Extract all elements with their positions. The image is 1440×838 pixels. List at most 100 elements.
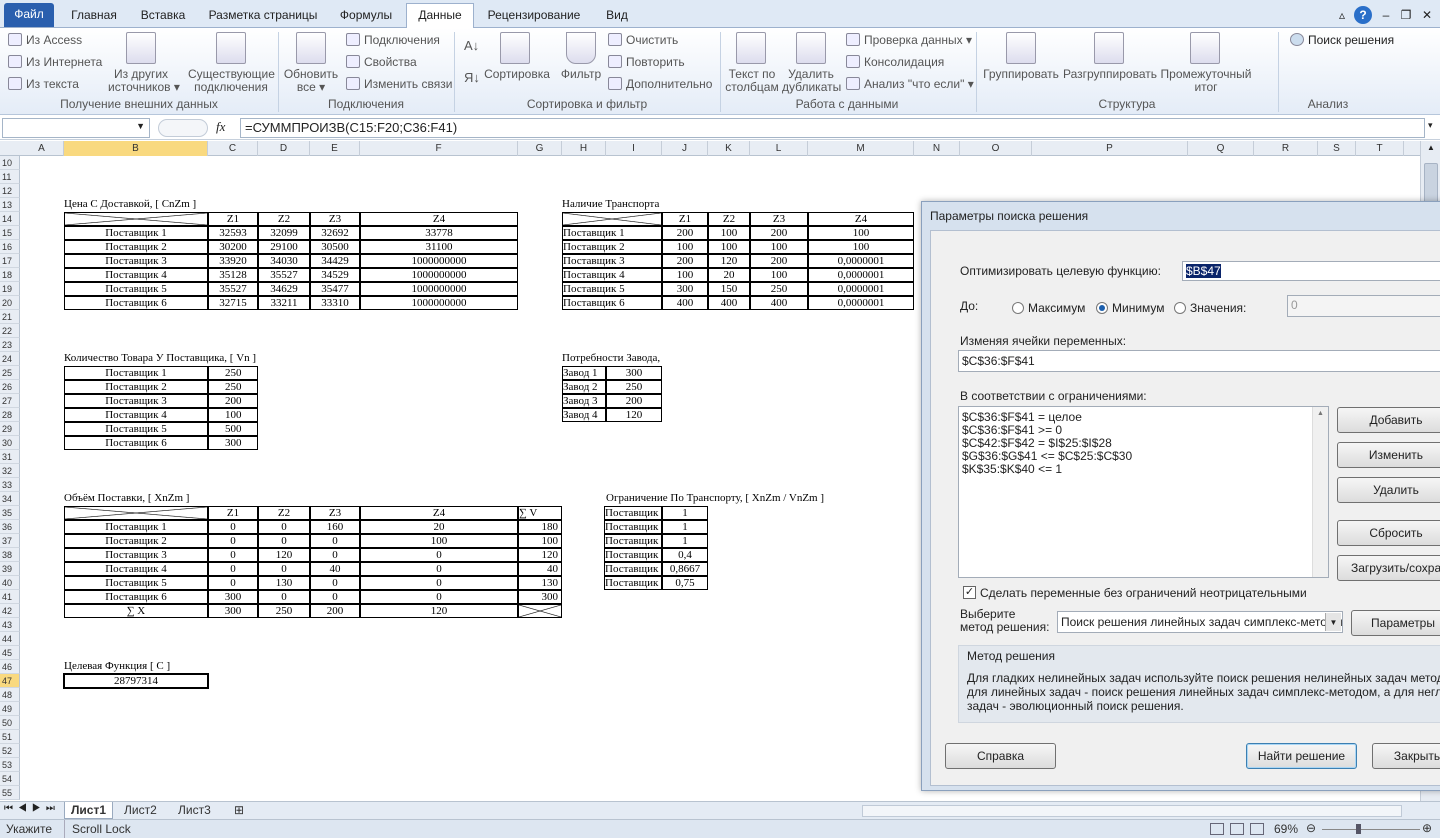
value-cell[interactable]: 250 bbox=[606, 380, 662, 394]
row-header[interactable]: 27 bbox=[0, 394, 20, 408]
value-cell[interactable]: 100 bbox=[750, 268, 808, 282]
value-cell[interactable]: 35527 bbox=[208, 282, 258, 296]
row-header[interactable]: 35 bbox=[0, 506, 20, 520]
from-access-button[interactable]: Из Access bbox=[8, 33, 82, 47]
edit-links-button[interactable]: Изменить связи bbox=[346, 77, 452, 91]
tab-layout[interactable]: Разметка страницы bbox=[203, 4, 323, 28]
value-cell[interactable]: 0 bbox=[360, 576, 518, 590]
table-title[interactable]: Целевая Функция [ C ] bbox=[64, 660, 208, 674]
value-cell[interactable]: 33310 bbox=[310, 296, 360, 310]
value-cell[interactable]: 1000000000 bbox=[360, 254, 518, 268]
column-label[interactable]: Z3 bbox=[310, 212, 360, 226]
row-header[interactable]: 38 bbox=[0, 548, 20, 562]
existing-connections-button[interactable]: Существующие подключения bbox=[188, 68, 275, 94]
supplier-label[interactable]: Поставщик 6 bbox=[64, 436, 208, 450]
supplier-label[interactable]: Поставщик 1 bbox=[604, 506, 662, 520]
crossed-cell[interactable] bbox=[562, 212, 662, 226]
value-cell[interactable]: 300 bbox=[606, 366, 662, 380]
tab-home[interactable]: Главная bbox=[64, 4, 124, 28]
restore-icon[interactable]: ❐ bbox=[1400, 4, 1412, 28]
load-save-button[interactable]: Загрузить/сохран bbox=[1337, 555, 1440, 581]
delete-button[interactable]: Удалить bbox=[1337, 477, 1440, 503]
value-cell[interactable]: 0 bbox=[360, 590, 518, 604]
value-cell[interactable]: 1 bbox=[662, 506, 708, 520]
row-header[interactable]: 45 bbox=[0, 646, 20, 660]
value-cell[interactable]: 200 bbox=[662, 254, 708, 268]
close-icon[interactable]: ✕ bbox=[1420, 4, 1434, 28]
row-header[interactable]: 43 bbox=[0, 618, 20, 632]
supplier-label[interactable]: Поставщик 1 bbox=[562, 226, 662, 240]
solve-button[interactable]: Найти решение bbox=[1246, 743, 1357, 769]
value-cell[interactable]: 0 bbox=[208, 576, 258, 590]
column-label[interactable]: Z1 bbox=[208, 212, 258, 226]
parameters-button[interactable]: Параметры bbox=[1351, 610, 1440, 636]
value-cell[interactable]: 0 bbox=[258, 590, 310, 604]
row-header[interactable]: 25 bbox=[0, 366, 20, 380]
row-header[interactable]: 47 bbox=[0, 674, 20, 688]
subtotal-button[interactable]: Промежуточный итог bbox=[1160, 68, 1252, 94]
value-cell[interactable]: 0 bbox=[310, 534, 360, 548]
value-cell[interactable]: 0,0000001 bbox=[808, 254, 914, 268]
value-cell[interactable]: 35128 bbox=[208, 268, 258, 282]
supplier-label[interactable]: Поставщик 6 bbox=[604, 576, 662, 590]
value-cell[interactable]: 200 bbox=[606, 394, 662, 408]
column-header[interactable]: B bbox=[64, 141, 208, 156]
row-header[interactable]: 31 bbox=[0, 450, 20, 464]
connections-button[interactable]: Подключения bbox=[346, 33, 440, 47]
supplier-label[interactable]: Поставщик 5 bbox=[562, 282, 662, 296]
value-cell[interactable]: 29100 bbox=[258, 240, 310, 254]
row-header[interactable]: 40 bbox=[0, 576, 20, 590]
plant-label[interactable]: Завод 3 bbox=[562, 394, 606, 408]
value-cell[interactable]: 0 bbox=[310, 590, 360, 604]
value-cell[interactable]: 1000000000 bbox=[360, 296, 518, 310]
max-radio[interactable] bbox=[1012, 302, 1024, 314]
page-break-icon[interactable] bbox=[1250, 823, 1264, 835]
column-header[interactable]: S bbox=[1318, 141, 1356, 156]
row-header[interactable]: 21 bbox=[0, 310, 20, 324]
row-header[interactable]: 34 bbox=[0, 492, 20, 506]
objective-input[interactable]: $B$47 bbox=[1182, 261, 1440, 281]
value-cell[interactable]: 35527 bbox=[258, 268, 310, 282]
supplier-label[interactable]: Поставщик 5 bbox=[64, 282, 208, 296]
value-cell[interactable]: 0 bbox=[208, 534, 258, 548]
value-cell[interactable]: 100 bbox=[662, 240, 708, 254]
value-cell[interactable]: 300 bbox=[208, 436, 258, 450]
expand-formula-icon[interactable]: ▾ bbox=[1428, 120, 1433, 131]
column-header[interactable]: J bbox=[662, 141, 708, 156]
name-box[interactable]: ▼ bbox=[2, 118, 150, 138]
from-text-button[interactable]: Из текста bbox=[8, 77, 79, 91]
plant-label[interactable]: Завод 2 bbox=[562, 380, 606, 394]
crossed-cell[interactable] bbox=[64, 506, 208, 520]
ungroup-button[interactable]: Разгруппировать bbox=[1062, 68, 1158, 81]
supplier-label[interactable]: Поставщик 3 bbox=[562, 254, 662, 268]
column-label[interactable]: Z2 bbox=[708, 212, 750, 226]
constraints-list[interactable]: $C$36:$F$41 = целое $C$36:$F$41 >= 0 $C$… bbox=[958, 406, 1329, 578]
column-label[interactable]: Z4 bbox=[360, 212, 518, 226]
minimize-icon[interactable]: – bbox=[1380, 4, 1392, 28]
value-cell[interactable]: 250 bbox=[208, 366, 258, 380]
row-header[interactable]: 41 bbox=[0, 590, 20, 604]
value-cell[interactable]: 300 bbox=[662, 282, 708, 296]
value-cell[interactable]: 0 bbox=[208, 562, 258, 576]
row-header[interactable]: 19 bbox=[0, 282, 20, 296]
value-cell[interactable]: 120 bbox=[258, 548, 310, 562]
row-header[interactable]: 11 bbox=[0, 170, 20, 184]
value-cell[interactable]: 34529 bbox=[310, 268, 360, 282]
supplier-label[interactable]: Поставщик 5 bbox=[64, 576, 208, 590]
value-cell[interactable]: 100 bbox=[708, 226, 750, 240]
value-cell[interactable]: 0 bbox=[360, 548, 518, 562]
clear-button[interactable]: Очистить bbox=[608, 33, 678, 47]
row-header[interactable]: 44 bbox=[0, 632, 20, 646]
sort-button[interactable]: Сортировка bbox=[482, 68, 552, 81]
supplier-label[interactable]: Поставщик 5 bbox=[604, 562, 662, 576]
value-cell[interactable]: 0,75 bbox=[662, 576, 708, 590]
minimize-ribbon-icon[interactable]: ▵ bbox=[1336, 4, 1348, 28]
refresh-all-button[interactable]: Обновить все ▾ bbox=[282, 68, 340, 94]
data-validation-button[interactable]: Проверка данных ▾ bbox=[846, 33, 972, 47]
value-cell[interactable]: 200 bbox=[750, 254, 808, 268]
column-label[interactable]: Z3 bbox=[310, 506, 360, 520]
horizontal-scrollbar[interactable] bbox=[862, 805, 1402, 817]
supplier-label[interactable]: Поставщик 3 bbox=[64, 254, 208, 268]
row-header[interactable]: 23 bbox=[0, 338, 20, 352]
sum-label[interactable]: ∑ V bbox=[518, 506, 562, 520]
